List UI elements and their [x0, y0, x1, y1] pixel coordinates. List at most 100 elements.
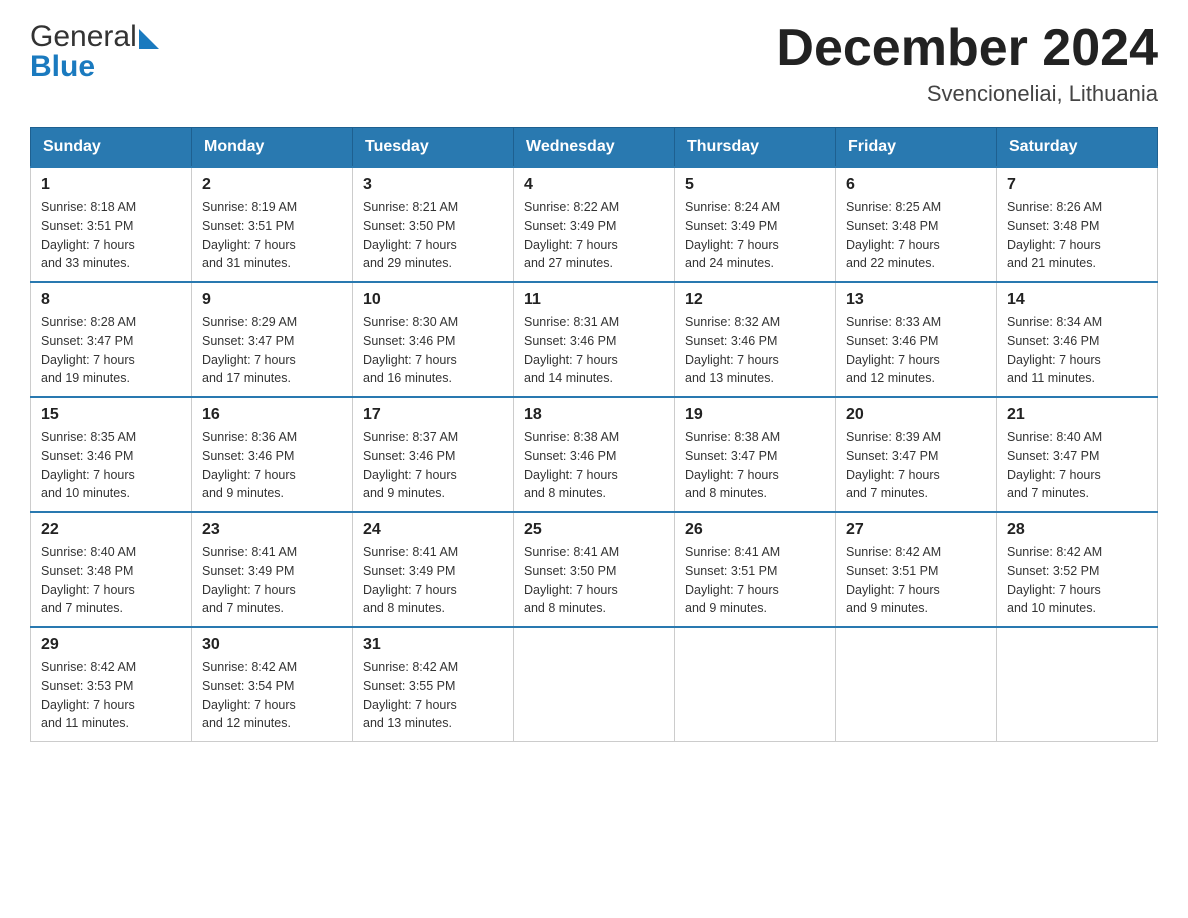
day-number: 17 [363, 406, 503, 424]
day-info: Sunrise: 8:25 AMSunset: 3:48 PMDaylight:… [846, 198, 986, 273]
day-info: Sunrise: 8:39 AMSunset: 3:47 PMDaylight:… [846, 428, 986, 503]
day-info: Sunrise: 8:34 AMSunset: 3:46 PMDaylight:… [1007, 313, 1147, 388]
day-info: Sunrise: 8:22 AMSunset: 3:49 PMDaylight:… [524, 198, 664, 273]
calendar-cell: 21 Sunrise: 8:40 AMSunset: 3:47 PMDayligh… [997, 397, 1158, 512]
day-number: 24 [363, 521, 503, 539]
calendar-cell: 1Sunrise: 8:18 AMSunset: 3:51 PMDaylight… [31, 167, 192, 282]
day-info: Sunrise: 8:42 AMSunset: 3:55 PMDaylight:… [363, 658, 503, 733]
day-number: 4 [524, 176, 664, 194]
calendar-cell: 8Sunrise: 8:28 AMSunset: 3:47 PMDaylight… [31, 282, 192, 397]
day-info: Sunrise: 8:40 AMSunset: 3:47 PMDaylight:… [1007, 428, 1147, 503]
column-header-wednesday: Wednesday [514, 128, 675, 168]
calendar-cell: 23Sunrise: 8:41 AMSunset: 3:49 PMDayligh… [192, 512, 353, 627]
calendar-cell: 13 Sunrise: 8:33 AMSunset: 3:46 PMDayligh… [836, 282, 997, 397]
day-info: Sunrise: 8:29 AMSunset: 3:47 PMDaylight:… [202, 313, 342, 388]
logo: General Blue [30, 20, 159, 84]
day-info: Sunrise: 8:42 AMSunset: 3:52 PMDaylight:… [1007, 543, 1147, 618]
column-header-friday: Friday [836, 128, 997, 168]
calendar-cell: 25 Sunrise: 8:41 AMSunset: 3:50 PMDayligh… [514, 512, 675, 627]
logo-blue-text: Blue [30, 50, 95, 84]
day-info: Sunrise: 8:31 AMSunset: 3:46 PMDaylight:… [524, 313, 664, 388]
page-header: General Blue December 2024 Svencioneliai… [30, 20, 1158, 107]
day-number: 30 [202, 636, 342, 654]
day-number: 25 [524, 521, 664, 539]
day-number: 23 [202, 521, 342, 539]
day-info: Sunrise: 8:26 AMSunset: 3:48 PMDaylight:… [1007, 198, 1147, 273]
calendar-cell: 12 Sunrise: 8:32 AMSunset: 3:46 PMDayligh… [675, 282, 836, 397]
logo-general-text: General [30, 20, 137, 54]
calendar-cell: 27Sunrise: 8:42 AMSunset: 3:51 PMDayligh… [836, 512, 997, 627]
day-number: 12 [685, 291, 825, 309]
column-header-saturday: Saturday [997, 128, 1158, 168]
calendar-cell: 3 Sunrise: 8:21 AMSunset: 3:50 PMDaylight… [353, 167, 514, 282]
day-info: Sunrise: 8:37 AMSunset: 3:46 PMDaylight:… [363, 428, 503, 503]
day-number: 29 [41, 636, 181, 654]
calendar-cell: 5Sunrise: 8:24 AMSunset: 3:49 PMDaylight… [675, 167, 836, 282]
day-number: 28 [1007, 521, 1147, 539]
day-info: Sunrise: 8:30 AMSunset: 3:46 PMDaylight:… [363, 313, 503, 388]
day-info: Sunrise: 8:42 AMSunset: 3:53 PMDaylight:… [41, 658, 181, 733]
column-header-sunday: Sunday [31, 128, 192, 168]
day-number: 1 [41, 176, 181, 194]
day-info: Sunrise: 8:41 AMSunset: 3:50 PMDaylight:… [524, 543, 664, 618]
calendar-cell [836, 627, 997, 742]
calendar-cell: 17 Sunrise: 8:37 AMSunset: 3:46 PMDayligh… [353, 397, 514, 512]
column-header-monday: Monday [192, 128, 353, 168]
day-info: Sunrise: 8:19 AMSunset: 3:51 PMDaylight:… [202, 198, 342, 273]
calendar-cell: 20 Sunrise: 8:39 AMSunset: 3:47 PMDayligh… [836, 397, 997, 512]
calendar-week-row: 15Sunrise: 8:35 AMSunset: 3:46 PMDayligh… [31, 397, 1158, 512]
day-info: Sunrise: 8:38 AMSunset: 3:47 PMDaylight:… [685, 428, 825, 503]
calendar-cell: 7 Sunrise: 8:26 AMSunset: 3:48 PMDaylight… [997, 167, 1158, 282]
month-title: December 2024 [776, 20, 1158, 77]
calendar-cell: 31 Sunrise: 8:42 AMSunset: 3:55 PMDayligh… [353, 627, 514, 742]
calendar-week-row: 8Sunrise: 8:28 AMSunset: 3:47 PMDaylight… [31, 282, 1158, 397]
day-number: 2 [202, 176, 342, 194]
calendar-cell [514, 627, 675, 742]
calendar-week-row: 22 Sunrise: 8:40 AMSunset: 3:48 PMDayligh… [31, 512, 1158, 627]
column-header-tuesday: Tuesday [353, 128, 514, 168]
day-number: 7 [1007, 176, 1147, 194]
day-info: Sunrise: 8:33 AMSunset: 3:46 PMDaylight:… [846, 313, 986, 388]
day-number: 22 [41, 521, 181, 539]
day-number: 21 [1007, 406, 1147, 424]
calendar-cell: 18 Sunrise: 8:38 AMSunset: 3:46 PMDayligh… [514, 397, 675, 512]
calendar-cell: 14Sunrise: 8:34 AMSunset: 3:46 PMDayligh… [997, 282, 1158, 397]
day-info: Sunrise: 8:32 AMSunset: 3:46 PMDaylight:… [685, 313, 825, 388]
day-number: 26 [685, 521, 825, 539]
calendar-cell [997, 627, 1158, 742]
calendar-week-row: 29 Sunrise: 8:42 AMSunset: 3:53 PMDayligh… [31, 627, 1158, 742]
day-number: 8 [41, 291, 181, 309]
calendar-cell: 16 Sunrise: 8:36 AMSunset: 3:46 PMDayligh… [192, 397, 353, 512]
day-info: Sunrise: 8:40 AMSunset: 3:48 PMDaylight:… [41, 543, 181, 618]
day-number: 27 [846, 521, 986, 539]
calendar-cell: 19 Sunrise: 8:38 AMSunset: 3:47 PMDayligh… [675, 397, 836, 512]
day-number: 11 [524, 291, 664, 309]
calendar-cell [675, 627, 836, 742]
day-number: 19 [685, 406, 825, 424]
calendar-header-row: SundayMondayTuesdayWednesdayThursdayFrid… [31, 128, 1158, 168]
column-header-thursday: Thursday [675, 128, 836, 168]
calendar-cell: 30Sunrise: 8:42 AMSunset: 3:54 PMDayligh… [192, 627, 353, 742]
calendar-cell: 29 Sunrise: 8:42 AMSunset: 3:53 PMDayligh… [31, 627, 192, 742]
location-subtitle: Svencioneliai, Lithuania [776, 81, 1158, 107]
calendar-cell: 10Sunrise: 8:30 AMSunset: 3:46 PMDayligh… [353, 282, 514, 397]
day-number: 6 [846, 176, 986, 194]
day-number: 18 [524, 406, 664, 424]
day-info: Sunrise: 8:41 AMSunset: 3:51 PMDaylight:… [685, 543, 825, 618]
calendar-cell: 6 Sunrise: 8:25 AMSunset: 3:48 PMDaylight… [836, 167, 997, 282]
calendar-table: SundayMondayTuesdayWednesdayThursdayFrid… [30, 127, 1158, 742]
day-info: Sunrise: 8:36 AMSunset: 3:46 PMDaylight:… [202, 428, 342, 503]
day-number: 31 [363, 636, 503, 654]
day-info: Sunrise: 8:21 AMSunset: 3:50 PMDaylight:… [363, 198, 503, 273]
calendar-cell: 28 Sunrise: 8:42 AMSunset: 3:52 PMDayligh… [997, 512, 1158, 627]
header-right: December 2024 Svencioneliai, Lithuania [776, 20, 1158, 107]
day-number: 3 [363, 176, 503, 194]
logo-arrow-icon [139, 29, 159, 49]
day-info: Sunrise: 8:38 AMSunset: 3:46 PMDaylight:… [524, 428, 664, 503]
day-number: 13 [846, 291, 986, 309]
calendar-cell: 22 Sunrise: 8:40 AMSunset: 3:48 PMDayligh… [31, 512, 192, 627]
calendar-week-row: 1Sunrise: 8:18 AMSunset: 3:51 PMDaylight… [31, 167, 1158, 282]
day-info: Sunrise: 8:24 AMSunset: 3:49 PMDaylight:… [685, 198, 825, 273]
day-number: 16 [202, 406, 342, 424]
day-number: 20 [846, 406, 986, 424]
